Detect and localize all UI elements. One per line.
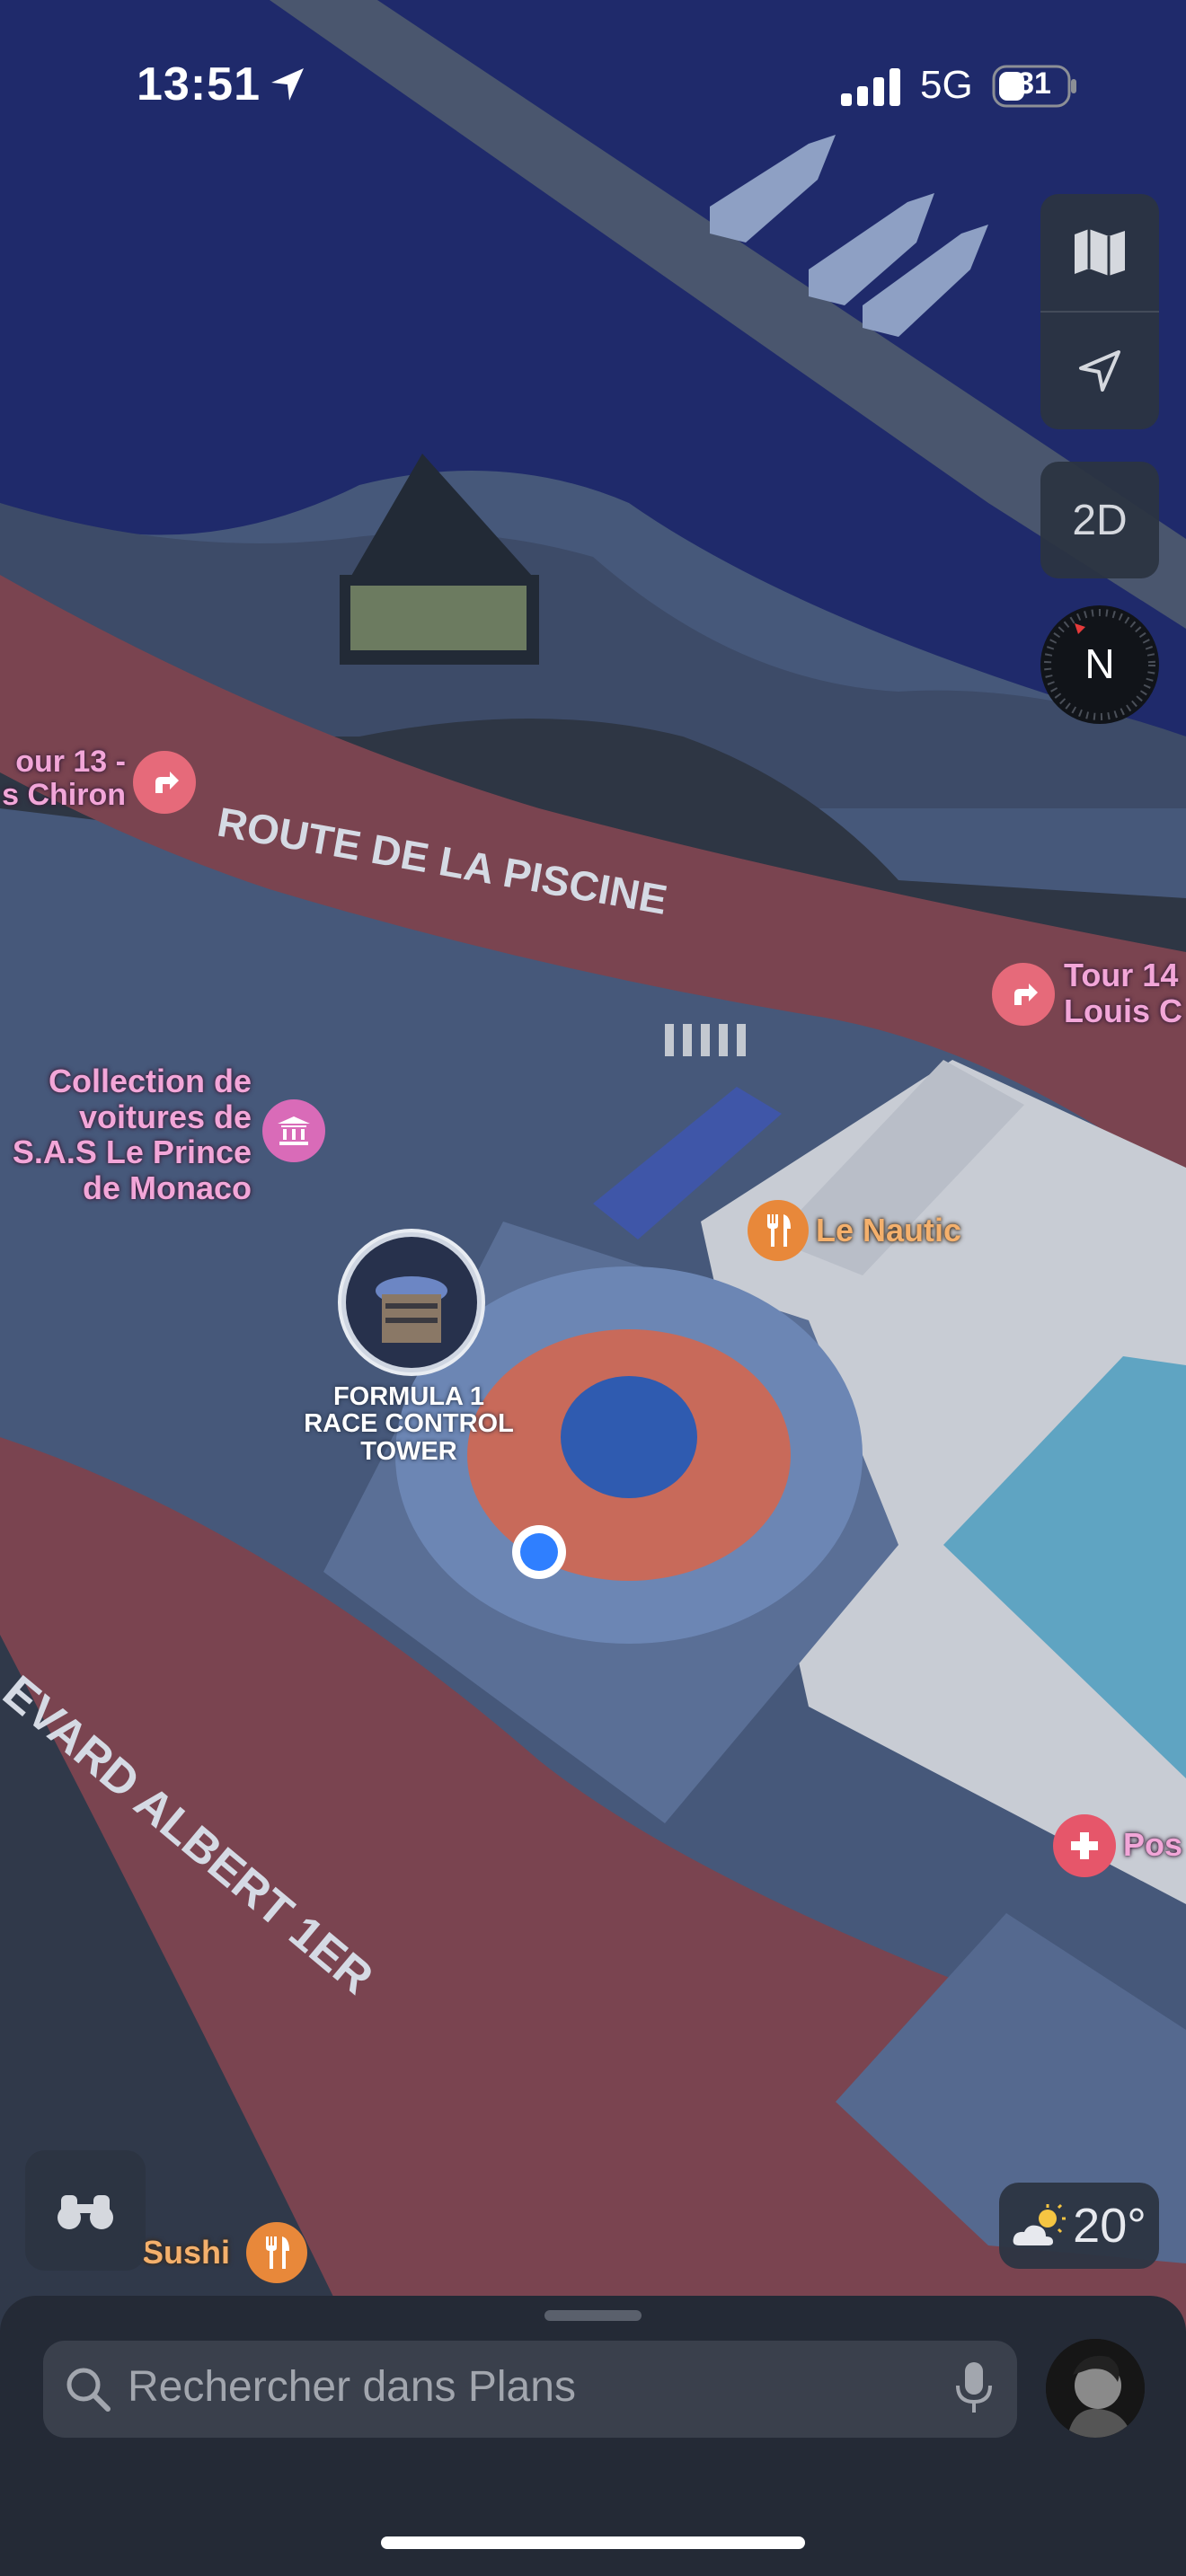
compass-button[interactable]: N (1040, 605, 1159, 724)
map-mode-button[interactable] (1040, 194, 1159, 311)
search-icon (66, 2368, 111, 2412)
poi-tour-13-line1: our 13 - (15, 745, 126, 779)
poi-f1-tower-line1: FORMULA 1 (332, 1382, 485, 1411)
status-bar: 13:51 5G 31 (0, 0, 1186, 171)
compass-north-label: N (1084, 640, 1115, 687)
location-arrow-icon (271, 68, 304, 101)
search-input[interactable]: Rechercher dans Plans (128, 2362, 576, 2412)
partly-sunny-icon (1013, 2203, 1067, 2245)
status-time: 13:51 (137, 58, 261, 110)
museum-icon[interactable] (262, 1099, 325, 1162)
poi-f1-tower-line3: TOWER (360, 1436, 457, 1466)
home-indicator (381, 2536, 805, 2549)
poi-collection-voitures[interactable]: Collection de voitures de S.A.S Le Princ… (0, 1063, 252, 1205)
microphone-icon[interactable] (952, 2360, 996, 2418)
weather-temperature: 20° (1073, 2199, 1146, 2253)
poi-collection-line4: de Monaco (82, 1169, 252, 1206)
fork-knife-icon[interactable] (246, 2222, 307, 2283)
turn-right-icon[interactable] (133, 751, 196, 814)
poi-collection-line3: S.A.S Le Prince (12, 1134, 252, 1171)
poi-tour-14-line1: Tour 14 (1064, 957, 1179, 993)
poi-post[interactable]: Pos (1123, 1827, 1182, 1863)
map-controls (1040, 194, 1159, 429)
turn-right-icon[interactable] (992, 963, 1055, 1026)
view-mode-2d-button[interactable]: 2D (1040, 462, 1159, 578)
poi-collection-line2: voitures de (78, 1098, 252, 1135)
map-icon (1075, 229, 1125, 276)
location-arrow-icon (1079, 350, 1120, 392)
binoculars-icon (58, 2195, 113, 2229)
poi-tour-14-line2: Louis C (1064, 992, 1182, 1029)
fork-knife-icon[interactable] (748, 1200, 809, 1261)
poi-le-nautic[interactable]: Le Nautic (816, 1213, 961, 1248)
avatar[interactable] (1046, 2339, 1145, 2438)
poi-sushi[interactable]: Sushi (142, 2235, 230, 2271)
poi-f1-tower-photo[interactable] (338, 1229, 485, 1376)
poi-f1-tower[interactable]: FORMULA 1 RACE CONTROL TOWER (288, 1382, 530, 1466)
sheet-grabber[interactable] (544, 2310, 642, 2321)
poi-tour-13-line2: s Chiron (2, 778, 126, 813)
battery-level: 31 (1017, 66, 1051, 101)
poi-tour-13[interactable]: our 13 - s Chiron (0, 745, 126, 813)
locate-me-button[interactable] (1040, 313, 1159, 429)
cellular-signal-icon (841, 68, 900, 106)
poi-collection-line1: Collection de (48, 1063, 252, 1099)
poi-f1-tower-line2: RACE CONTROL (304, 1409, 514, 1439)
weather-widget[interactable]: 20° (999, 2183, 1159, 2269)
network-type: 5G (920, 63, 973, 107)
poi-tour-14[interactable]: Tour 14 Louis C (1064, 957, 1186, 1028)
look-around-button[interactable] (25, 2150, 146, 2271)
cross-icon[interactable] (1053, 1814, 1116, 1877)
